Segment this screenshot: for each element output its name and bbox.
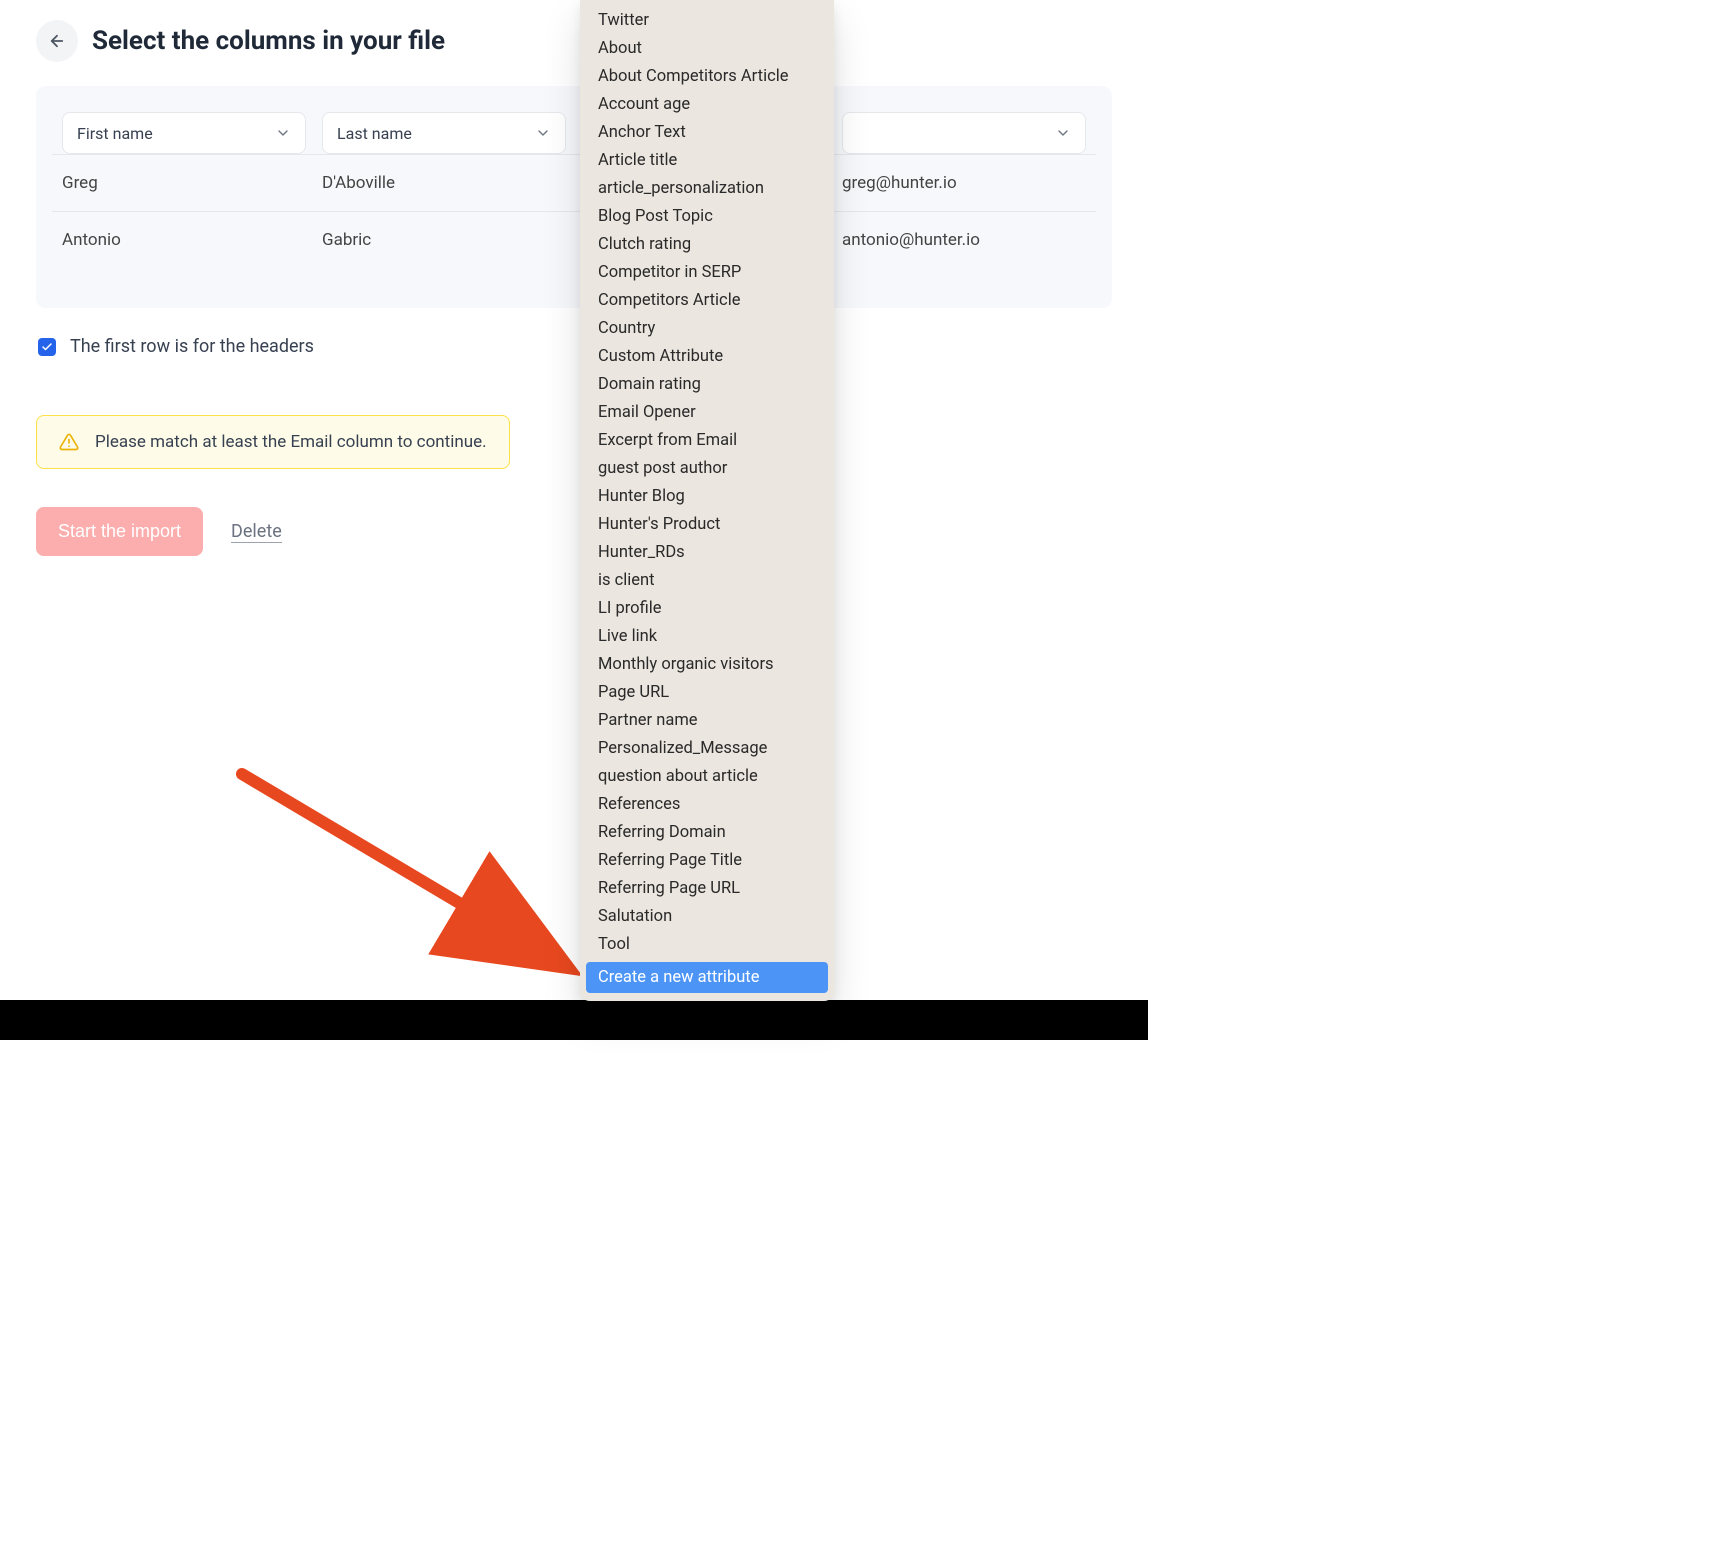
header-row: Select the columns in your file: [36, 20, 1112, 62]
dropdown-item[interactable]: Domain rating: [586, 370, 828, 398]
chevron-down-icon: [1055, 125, 1071, 141]
dropdown-item[interactable]: Referring Page Title: [586, 846, 828, 874]
column-select-dropdown[interactable]: First name: [62, 112, 306, 154]
check-icon: [41, 341, 53, 353]
dropdown-item[interactable]: Hunter Blog: [586, 482, 828, 510]
dropdown-item[interactable]: Email Opener: [586, 398, 828, 426]
dropdown-item[interactable]: Monthly organic visitors: [586, 650, 828, 678]
select-label: First name: [77, 124, 153, 143]
dropdown-item[interactable]: guest post author: [586, 454, 828, 482]
table-cell: greg@hunter.io: [842, 173, 1086, 193]
dropdown-item[interactable]: Anchor Text: [586, 118, 828, 146]
column-select-1: Last name: [322, 112, 566, 154]
dropdown-item[interactable]: Page URL: [586, 678, 828, 706]
header-row-checkbox-row: The first row is for the headers: [36, 336, 1112, 357]
dropdown-item[interactable]: Country: [586, 314, 828, 342]
back-button[interactable]: [36, 20, 78, 62]
dropdown-item[interactable]: Article title: [586, 146, 828, 174]
dropdown-item[interactable]: Custom Attribute: [586, 342, 828, 370]
column-selectors-row: First name Last name: [52, 112, 1096, 154]
dropdown-item[interactable]: About Competitors Article: [586, 62, 828, 90]
dropdown-list: TwitterAboutAbout Competitors ArticleAcc…: [586, 6, 828, 993]
dropdown-item[interactable]: Tool: [586, 930, 828, 958]
delete-link[interactable]: Delete: [231, 521, 282, 543]
column-select-0: First name: [62, 112, 306, 154]
table-row: Greg D'Aboville greg@hunter.io: [52, 154, 1096, 211]
page-title: Select the columns in your file: [92, 26, 445, 56]
attribute-dropdown[interactable]: TwitterAboutAbout Competitors ArticleAcc…: [580, 0, 834, 1001]
page-wrapper: Select the columns in your file First na…: [0, 0, 1148, 596]
table-row: Antonio Gabric antonio@hunter.io: [52, 211, 1096, 268]
dropdown-item[interactable]: article_personalization: [586, 174, 828, 202]
table-cell: Antonio: [62, 230, 306, 250]
dropdown-item[interactable]: Twitter: [586, 6, 828, 34]
header-row-checkbox[interactable]: [38, 338, 56, 356]
dropdown-item[interactable]: Salutation: [586, 902, 828, 930]
dropdown-item[interactable]: References: [586, 790, 828, 818]
dropdown-item[interactable]: Hunter's Product: [586, 510, 828, 538]
table-cell: D'Aboville: [322, 173, 566, 193]
select-label: Last name: [337, 124, 412, 143]
dropdown-item[interactable]: Hunter_RDs: [586, 538, 828, 566]
dropdown-item[interactable]: Excerpt from Email: [586, 426, 828, 454]
table-cell: Greg: [62, 173, 306, 193]
column-select-dropdown[interactable]: Last name: [322, 112, 566, 154]
table-cell: Gabric: [322, 230, 566, 250]
chevron-down-icon: [535, 125, 551, 141]
actions-row: Start the import Delete: [36, 507, 1112, 556]
dropdown-item[interactable]: Competitor in SERP: [586, 258, 828, 286]
dropdown-item[interactable]: Competitors Article: [586, 286, 828, 314]
dropdown-item[interactable]: About: [586, 34, 828, 62]
dropdown-item[interactable]: Blog Post Topic: [586, 202, 828, 230]
create-attribute-item[interactable]: Create a new attribute: [586, 962, 828, 993]
chevron-down-icon: [275, 125, 291, 141]
dropdown-item[interactable]: Partner name: [586, 706, 828, 734]
dropdown-item[interactable]: Referring Page URL: [586, 874, 828, 902]
dropdown-item[interactable]: LI profile: [586, 594, 828, 622]
dropdown-item[interactable]: is client: [586, 566, 828, 594]
checkbox-label: The first row is for the headers: [70, 336, 314, 357]
column-select-dropdown[interactable]: [842, 112, 1086, 154]
dropdown-item[interactable]: Live link: [586, 622, 828, 650]
dropdown-item[interactable]: Account age: [586, 90, 828, 118]
bottom-bar: [0, 1000, 1148, 1040]
warning-alert: Please match at least the Email column t…: [36, 415, 510, 469]
dropdown-item[interactable]: Referring Domain: [586, 818, 828, 846]
arrow-left-icon: [48, 32, 66, 50]
alert-text: Please match at least the Email column t…: [95, 432, 487, 452]
dropdown-item[interactable]: Clutch rating: [586, 230, 828, 258]
columns-table: First name Last name: [36, 86, 1112, 308]
dropdown-item[interactable]: question about article: [586, 762, 828, 790]
arrow-annotation: [232, 764, 592, 994]
column-select-3: [842, 112, 1086, 154]
table-cell: antonio@hunter.io: [842, 230, 1086, 250]
dropdown-item[interactable]: Personalized_Message: [586, 734, 828, 762]
warning-icon: [59, 432, 79, 452]
start-import-button[interactable]: Start the import: [36, 507, 203, 556]
